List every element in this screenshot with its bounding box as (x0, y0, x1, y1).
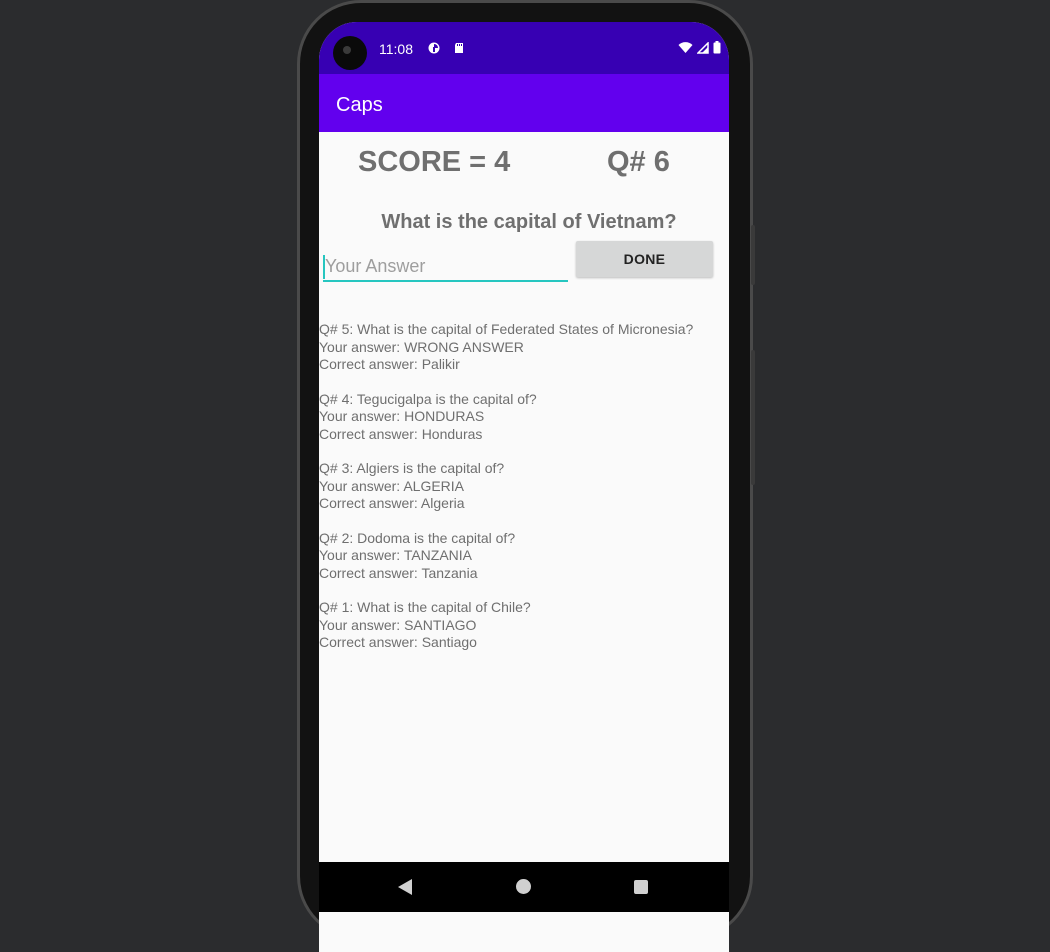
text-cursor (323, 255, 325, 279)
app-title: Caps (336, 94, 383, 116)
history-your-answer: Your answer: ALGERIA (319, 477, 465, 494)
device-screen: 11:08 Caps SCORE = 4 Q# 6 What is the ca… (319, 22, 729, 952)
history-your-answer: Your answer: HONDURAS (319, 408, 485, 424)
history-entry: Q# 2: Dodoma is the capital of? Your ans… (319, 530, 729, 583)
status-bar: 11:08 (319, 22, 729, 74)
camera-lens (343, 46, 351, 54)
history-question: Q# 1: What is the capital of Chile? (319, 599, 531, 615)
history-entry: Q# 5: What is the capital of Federated S… (319, 321, 729, 374)
score-label: SCORE = 4 (358, 146, 511, 178)
history-entry: Q# 3: Algiers is the capital of? Your an… (319, 460, 729, 513)
answer-history: Q# 5: What is the capital of Federated S… (319, 321, 729, 669)
history-correct-answer: Correct answer: Honduras (319, 425, 483, 442)
history-entry: Q# 4: Tegucigalpa is the capital of? You… (319, 391, 729, 444)
back-icon[interactable] (398, 879, 412, 895)
sd-card-icon (455, 43, 463, 53)
history-entry: Q# 1: What is the capital of Chile? Your… (319, 599, 729, 652)
done-button[interactable]: DONE (576, 241, 713, 277)
history-question: Q# 2: Dodoma is the capital of? (319, 529, 516, 546)
history-your-answer: Your answer: WRONG ANSWER (319, 338, 524, 355)
answer-input[interactable] (323, 252, 568, 282)
recents-icon[interactable] (634, 880, 648, 894)
history-question: Q# 4: Tegucigalpa is the capital of? (319, 390, 537, 407)
status-right-icons (678, 41, 721, 54)
history-correct-answer: Correct answer: Algeria (319, 495, 465, 511)
navigation-bar (319, 862, 729, 912)
question-text: What is the capital of Vietnam? (381, 211, 677, 233)
history-question: Q# 3: Algiers is the capital of? (319, 460, 505, 476)
battery-icon (713, 41, 721, 54)
data-saver-icon (428, 42, 440, 54)
history-correct-answer: Correct answer: Santiago (319, 634, 477, 650)
history-question: Q# 5: What is the capital of Federated S… (319, 321, 694, 337)
front-camera (333, 36, 367, 70)
volume-button (751, 350, 755, 485)
history-correct-answer: Correct answer: Tanzania (319, 564, 478, 581)
home-icon[interactable] (516, 879, 531, 894)
history-your-answer: Your answer: TANZANIA (319, 547, 473, 563)
wifi-icon (678, 41, 693, 53)
power-button (751, 225, 755, 285)
signal-icon (697, 41, 709, 54)
status-time: 11:08 (379, 41, 413, 57)
app-bar: Caps (319, 74, 729, 132)
history-your-answer: Your answer: SANTIAGO (319, 616, 477, 633)
question-number-label: Q# 6 (607, 146, 670, 178)
history-correct-answer: Correct answer: Palikir (319, 356, 460, 372)
